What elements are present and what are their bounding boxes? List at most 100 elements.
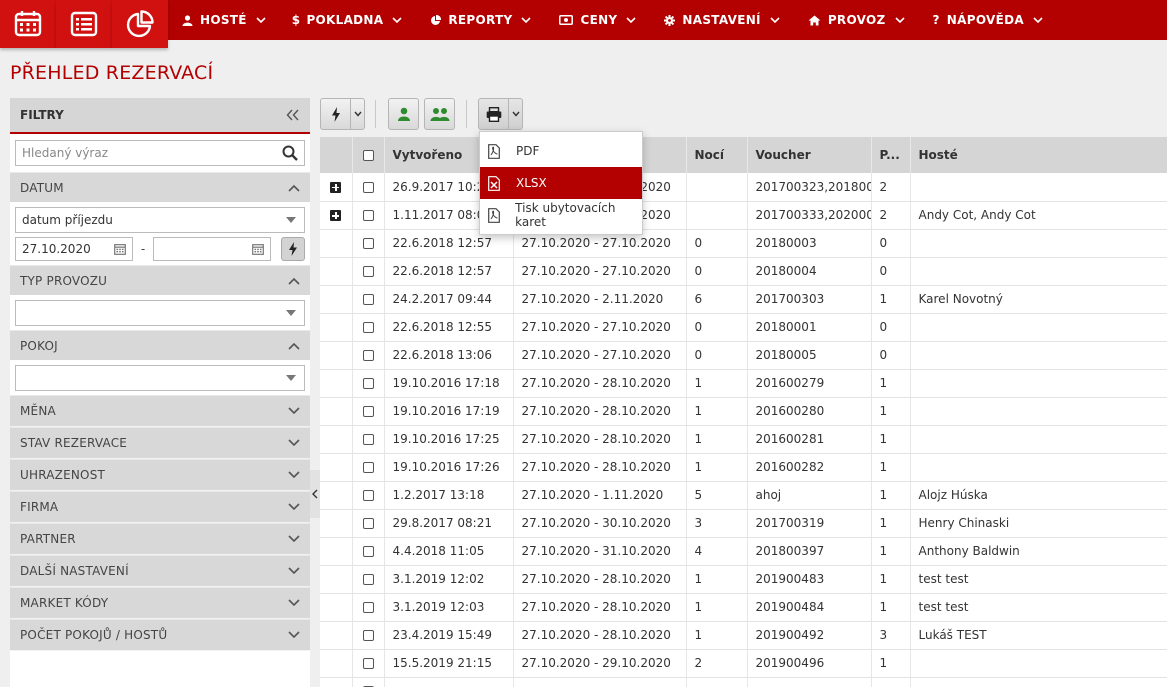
row-checkbox[interactable] (362, 210, 374, 221)
filter-section-market-kody[interactable]: MARKET KÓDY (10, 587, 310, 619)
row-checkbox[interactable] (362, 294, 374, 305)
row-checkbox[interactable] (362, 546, 374, 557)
row-checkbox[interactable] (362, 462, 374, 473)
filter-section-partner[interactable]: PARTNER (10, 523, 310, 555)
typ-provozu-select[interactable] (15, 300, 305, 326)
row-checkbox[interactable] (362, 574, 374, 585)
export-cards-item[interactable]: Tisk ubytovacích karet (480, 199, 642, 231)
nav-item-provoz[interactable]: PROVOZ (808, 13, 905, 27)
expand-row-icon[interactable] (330, 181, 342, 193)
search-icon[interactable] (282, 145, 298, 161)
statistics-button[interactable] (112, 0, 168, 48)
nav-item-reporty[interactable]: REPORTY (430, 13, 532, 27)
expand-cell (320, 453, 353, 482)
filters-header: FILTRY (10, 98, 310, 134)
print-button[interactable] (479, 106, 508, 122)
filter-section-datum[interactable]: DATUM (10, 172, 310, 202)
calendar-icon[interactable] (114, 243, 126, 255)
row-checkbox[interactable] (362, 350, 374, 361)
table-row[interactable]: 19.10.2016 17:25 27.10.2020 - 28.10.2020 1… (320, 425, 1167, 454)
column-header-voucher[interactable]: Voucher (747, 137, 872, 173)
filter-section-dalsi-nastaveni[interactable]: DALŠÍ NASTAVENÍ (10, 555, 310, 587)
row-checkbox[interactable] (362, 602, 374, 613)
row-checkbox[interactable] (362, 266, 374, 277)
collapse-sidebar-button[interactable] (286, 109, 300, 121)
filter-section-firma[interactable]: FIRMA (10, 491, 310, 523)
table-row[interactable]: 29.8.2017 08:21 27.10.2020 - 30.10.2020 3 2… (320, 509, 1167, 538)
nav-item-ceny[interactable]: CENY (559, 13, 636, 27)
filter-section-pocet-pokoju-hostu[interactable]: POČET POKOJŮ / HOSTŮ (10, 619, 310, 651)
calendar-button[interactable] (0, 0, 56, 48)
expand-row-icon[interactable] (330, 210, 342, 221)
row-checkbox[interactable] (362, 518, 374, 529)
search-field[interactable] (15, 140, 305, 166)
cell-nights (686, 173, 748, 202)
cell-created: 19.10.2016 17:25 (384, 425, 514, 454)
export-xlsx-item[interactable]: XLSX (480, 167, 642, 199)
cell-dates: 27.10.2020 - 27.10.2020 (513, 341, 687, 370)
print-dropdown-toggle[interactable] (508, 99, 522, 129)
table-row[interactable]: 19.10.2016 17:18 27.10.2020 - 28.10.2020 1… (320, 369, 1167, 398)
actions-button[interactable] (321, 106, 350, 122)
list-button[interactable] (56, 0, 112, 48)
filter-section-pokoj[interactable]: POKOJ (10, 330, 310, 360)
actions-dropdown-toggle[interactable] (350, 99, 364, 129)
table-row[interactable]: 23.4.2019 15:49 27.10.2020 - 28.10.2020 1 2… (320, 621, 1167, 650)
row-checkbox[interactable] (362, 238, 374, 249)
row-checkbox[interactable] (362, 490, 374, 501)
export-pdf-item[interactable]: PDF (480, 135, 642, 167)
table-row[interactable] (320, 677, 1167, 687)
filter-section-stav-rezervace[interactable]: STAV REZERVACE (10, 427, 310, 459)
row-checkbox[interactable] (362, 181, 374, 193)
row-checkbox[interactable] (362, 658, 374, 669)
pokoj-select[interactable] (15, 365, 305, 391)
table-row[interactable]: 1.11.2017 08:0627.10.2020 - 28.10.202020… (320, 201, 1167, 230)
print-split-button[interactable] (478, 98, 523, 130)
table-row[interactable]: 26.9.2017 10:2327.10.2020 - 28.10.202020… (320, 173, 1167, 202)
date-to-field[interactable] (153, 237, 271, 261)
table-row[interactable]: 3.1.2019 12:02 27.10.2020 - 28.10.2020 1 20… (320, 565, 1167, 594)
add-group-button[interactable] (424, 98, 455, 130)
row-checkbox[interactable] (362, 406, 374, 417)
calendar-icon[interactable] (252, 243, 264, 255)
actions-split-button[interactable] (320, 98, 365, 130)
filter-section-mena[interactable]: MĚNA (10, 395, 310, 427)
table-row[interactable]: 22.6.2018 12:55 27.10.2020 - 27.10.2020 0 2… (320, 313, 1167, 342)
select-all-checkbox[interactable] (362, 150, 374, 161)
sidebar-splitter[interactable] (310, 470, 320, 518)
table-row[interactable]: 22.6.2018 12:57 27.10.2020 - 27.10.2020 0 2… (320, 229, 1167, 258)
row-checkbox[interactable] (362, 378, 374, 389)
table-row[interactable]: 19.10.2016 17:19 27.10.2020 - 28.10.2020 1… (320, 397, 1167, 426)
column-header-noci[interactable]: Nocí (686, 137, 748, 173)
row-checkbox[interactable] (362, 630, 374, 641)
table-row[interactable]: 22.6.2018 12:57 27.10.2020 - 27.10.2020 0 2… (320, 257, 1167, 286)
column-header-hoste[interactable]: Hosté (910, 137, 1167, 173)
table-row[interactable]: 1.2.2017 13:18 27.10.2020 - 1.11.2020 5 aho… (320, 481, 1167, 510)
row-checkbox[interactable] (362, 322, 374, 333)
cell-p: 0 (871, 341, 911, 370)
add-guest-button[interactable] (388, 98, 419, 130)
date-type-select[interactable]: datum příjezdu (15, 207, 305, 233)
nav-item-nastaveni[interactable]: NASTAVENÍ (664, 13, 780, 27)
table-row[interactable]: 4.4.2018 11:05 27.10.2020 - 31.10.2020 4 20… (320, 537, 1167, 566)
quick-date-button[interactable] (281, 237, 305, 261)
search-input[interactable] (22, 146, 262, 160)
table-row[interactable]: 19.10.2016 17:26 27.10.2020 - 28.10.2020 1… (320, 453, 1167, 482)
row-checkbox[interactable] (362, 434, 374, 445)
table-row[interactable]: 15.5.2019 21:15 27.10.2020 - 29.10.2020 2 2… (320, 649, 1167, 678)
select-cell (352, 369, 385, 398)
column-header-p[interactable]: P... (871, 137, 911, 173)
cell-voucher: 201700303 (747, 285, 872, 314)
table-row[interactable]: 24.2.2017 09:44 27.10.2020 - 2.11.2020 6 20… (320, 285, 1167, 314)
toolbar-separator (375, 100, 376, 128)
nav-item-hoste[interactable]: HOSTÉ (182, 13, 266, 27)
table-row[interactable]: 22.6.2018 13:06 27.10.2020 - 27.10.2020 0 2… (320, 341, 1167, 370)
filter-section-typ-provozu[interactable]: TYP PROVOZU (10, 265, 310, 295)
nav-item-pokladna[interactable]: $ POKLADNA (292, 13, 403, 27)
filter-section-uhrazenost[interactable]: UHRAZENOST (10, 459, 310, 491)
date-from-field[interactable]: 27.10.2020 (15, 237, 133, 261)
nav-item-napoveda[interactable]: ? NÁPOVĚDA (933, 13, 1043, 27)
cell-nights: 5 (686, 481, 748, 510)
expand-cell (320, 481, 353, 510)
table-row[interactable]: 3.1.2019 12:03 27.10.2020 - 28.10.2020 1 20… (320, 593, 1167, 622)
